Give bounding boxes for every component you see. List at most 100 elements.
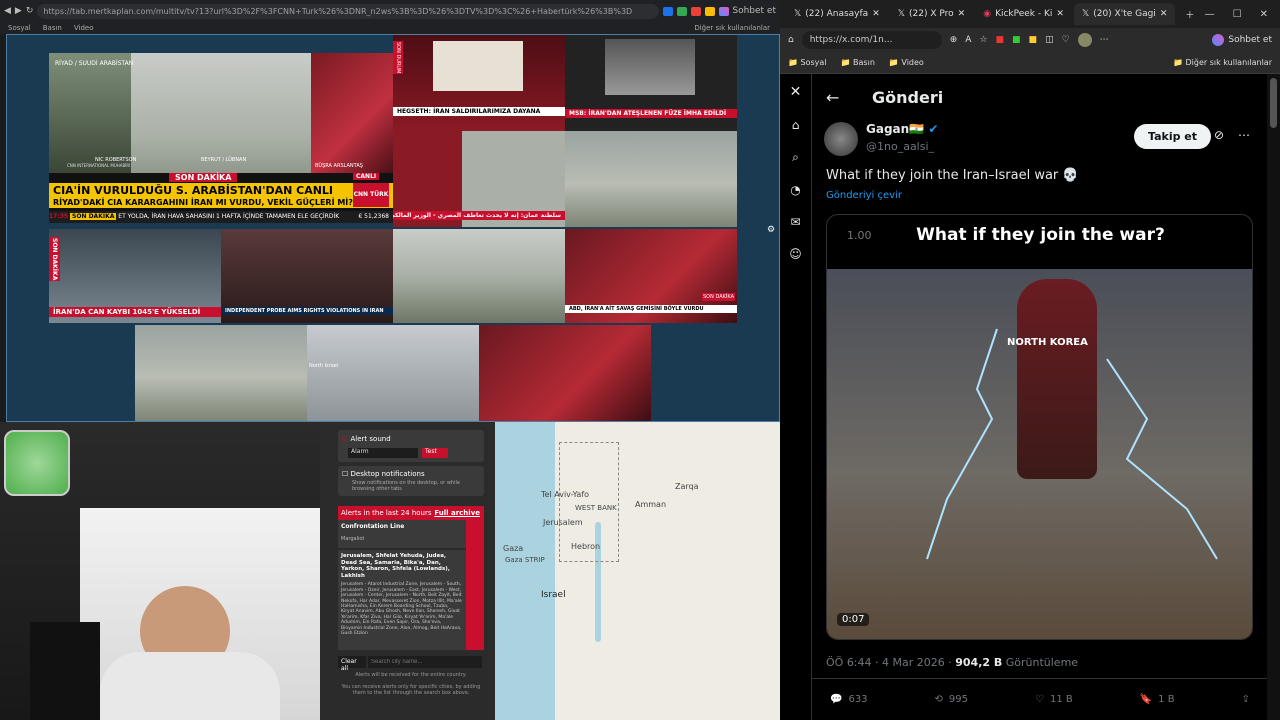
alert-item[interactable]: Confrontation Line Margaliot	[338, 520, 466, 548]
favorite-icon[interactable]: ☆	[979, 35, 987, 45]
extension-icon[interactable]	[705, 6, 716, 16]
scrollbar[interactable]	[1267, 74, 1280, 720]
repost-button[interactable]: ⟲ 995	[935, 694, 968, 705]
close-icon[interactable]: ✕	[1160, 9, 1168, 19]
close-icon[interactable]: ✕	[1056, 9, 1064, 19]
browser-tab[interactable]: 𝕏 (22) X Pro ✕	[890, 3, 973, 25]
share-icon: ⇪	[1241, 694, 1250, 705]
sound-select[interactable]: Alarm	[348, 448, 418, 458]
more-icon[interactable]: ⋯	[1238, 128, 1250, 142]
profile-icon[interactable]: ☺	[780, 247, 811, 261]
copilot-button[interactable]: Sohbet et	[1212, 34, 1272, 46]
new-tab-button[interactable]: ＋	[1177, 3, 1202, 25]
search-icon[interactable]: ⌕	[780, 150, 811, 165]
bookmark-folder-sosyal[interactable]: Sosyal	[8, 24, 31, 32]
views-count: 904,2 B	[955, 656, 1003, 669]
maximize-icon[interactable]: ☐	[1233, 9, 1242, 20]
tv-iran-feed[interactable]: SON DAKİKA İRAN'DA CAN KAYBI 1045'E YÜKS…	[49, 229, 221, 323]
extension-icon[interactable]: ■	[996, 35, 1005, 45]
cnn-ticker-text: ET YOLDA, İRAN HAVA SAHASINI 1 HAFTA İÇİ…	[118, 213, 340, 220]
arab-studio-feed[interactable]	[479, 325, 651, 421]
alert-item-title: Jerusalem, Shfelat Yehuda, Judea, Dead S…	[341, 553, 450, 579]
bookmark-folder-basin[interactable]: 📁 Basın	[841, 58, 875, 67]
extension-icon[interactable]	[677, 6, 688, 16]
left-address-bar[interactable]: https://tab.mertkaplan.com/multitv/tv?13…	[37, 3, 660, 19]
home-icon[interactable]: ⌂	[780, 118, 811, 132]
close-window-icon[interactable]: ✕	[1260, 9, 1268, 20]
bookmark-folder-sosyal[interactable]: 📁 Sosyal	[788, 58, 827, 67]
home-icon[interactable]: ⌂	[788, 35, 794, 45]
forward-icon[interactable]: ▶	[15, 6, 22, 16]
clear-all-button[interactable]: Clear all	[338, 656, 366, 672]
bookmark-button[interactable]: 🔖 1 B	[1140, 694, 1175, 705]
skyline-feed[interactable]	[565, 131, 737, 227]
alert-item[interactable]: Jerusalem, Shfelat Yehuda, Judea, Dead S…	[338, 550, 466, 650]
reply-button[interactable]: 💬 633	[830, 694, 868, 705]
split-screen-icon[interactable]: ◫	[1045, 35, 1054, 45]
abd-feed[interactable]: ABD, İRAN'A AİT SAVAŞ GEMİSİNİ BÖYLE VUR…	[565, 229, 737, 323]
test-button[interactable]: Test	[422, 448, 448, 458]
share-button[interactable]: ⇪	[1242, 694, 1250, 705]
alert-item-body: Jerusalem - Atarot Industrial Zone, Jeru…	[341, 582, 462, 636]
author-handle[interactable]: @1no_aalsi_	[866, 140, 934, 153]
back-arrow-icon[interactable]: ←	[826, 88, 839, 107]
video-overlay-label: NORTH KOREA	[1007, 337, 1088, 348]
protest-feed[interactable]: INDEPENDENT PROBE AIMS RIGHTS VIOLATIONS…	[221, 229, 393, 323]
avatar[interactable]	[824, 122, 858, 156]
browser-tab[interactable]: ◉ KickPeek - Ki ✕	[975, 3, 1072, 25]
checkbox-icon[interactable]: ☑	[342, 435, 348, 443]
full-archive-link[interactable]: Full archive	[434, 509, 480, 517]
hill-city-feed[interactable]	[135, 325, 307, 421]
grok-icon[interactable]: ⊘	[1214, 128, 1224, 142]
collections-icon[interactable]: ♡	[1062, 35, 1070, 45]
like-button[interactable]: ♡ 11 B	[1035, 694, 1073, 705]
map-label-amman: Amman	[635, 500, 667, 509]
zoom-icon[interactable]: ⊕	[950, 35, 958, 45]
ntv-feed[interactable]: SON DURUM HEGSETH: İRAN SALDIRILARIMIZA …	[393, 35, 565, 131]
copilot-button[interactable]: Sohbet et	[719, 6, 776, 16]
post-time[interactable]: ÖÖ 6:44 · 4 Mar 2026 ·	[826, 656, 955, 669]
translate-link[interactable]: Gönderiyi çevir	[826, 190, 902, 201]
x-logo-icon[interactable]: ✕	[780, 84, 811, 100]
desktop-notif-box[interactable]: ☐ Desktop notifications Show notificatio…	[338, 466, 484, 496]
cnn-feed[interactable]: RİYAD / SUUDİ ARABİSTAN NIC ROBERTSON CN…	[49, 53, 393, 223]
browser-tab-active[interactable]: 𝕏 (20) X'te Gagi ✕	[1073, 3, 1176, 25]
msb-feed[interactable]: MSB: İRAN'DAN ATEŞLENEN FÜZE İMHA EDİLDİ	[565, 35, 737, 131]
back-icon[interactable]: ◀	[4, 6, 11, 16]
browser-tab[interactable]: 𝕏 (22) Anasayfa ✕	[786, 3, 888, 25]
city-live-feed[interactable]	[393, 229, 565, 323]
extension-icon[interactable]	[691, 6, 702, 16]
video-player[interactable]: 1.00 What if they join the war? NORTH KO…	[826, 214, 1253, 640]
extension-icon[interactable]: ■	[1012, 35, 1021, 45]
abd-headline: ABD, İRAN'A AİT SAVAŞ GEMİSİNİ BÖYLE VUR…	[565, 305, 737, 313]
follow-button[interactable]: Takip et	[1134, 124, 1212, 149]
bookmark-folder-video[interactable]: 📁 Video	[889, 58, 924, 67]
other-bookmarks[interactable]: Diğer sık kullanılanlar	[694, 24, 770, 32]
read-aloud-icon[interactable]: A	[965, 35, 971, 45]
alert-sound-row[interactable]: ☑ Alert sound	[342, 435, 391, 443]
close-icon[interactable]: ✕	[872, 9, 880, 19]
right-address-bar[interactable]: https://x.com/1n...	[801, 31, 942, 49]
extension-icon[interactable]	[663, 6, 674, 16]
close-icon[interactable]: ✕	[958, 9, 966, 19]
map-label-tel-aviv: Tel Aviv-Yafo	[541, 490, 590, 499]
minimize-icon[interactable]: —	[1205, 9, 1215, 20]
avatar[interactable]	[1077, 33, 1092, 47]
alerts-map[interactable]: Tel Aviv-Yafo WEST BANK Amman Jerusalem …	[495, 422, 780, 720]
messages-icon[interactable]: ✉	[780, 215, 811, 229]
notifications-icon[interactable]: ◔	[780, 183, 811, 197]
settings-icon[interactable]: ⚙	[767, 225, 775, 235]
more-icon[interactable]: ⋯	[1100, 35, 1109, 45]
bookmark-folder-video[interactable]: Video	[74, 24, 94, 32]
author-name[interactable]: Gagan🇮🇳 ✔	[866, 122, 938, 136]
north-israel-feed[interactable]: North Israel	[307, 325, 479, 421]
checkbox-icon[interactable]: ☐	[342, 470, 348, 478]
city-search-input[interactable]	[368, 656, 482, 668]
other-bookmarks[interactable]: 📁 Diğer sık kullanılanlar	[1173, 58, 1272, 67]
reporter-image	[49, 53, 131, 173]
arab-news-feed[interactable]: سلطنة عمان: إنه لا يحدث تعاطف المصري - ا…	[393, 131, 565, 227]
reload-icon[interactable]: ↻	[26, 6, 34, 16]
bookmark-folder-basin[interactable]: Basın	[43, 24, 62, 32]
scrollbar-thumb[interactable]	[1270, 78, 1277, 128]
extension-icon[interactable]: ■	[1029, 35, 1038, 45]
